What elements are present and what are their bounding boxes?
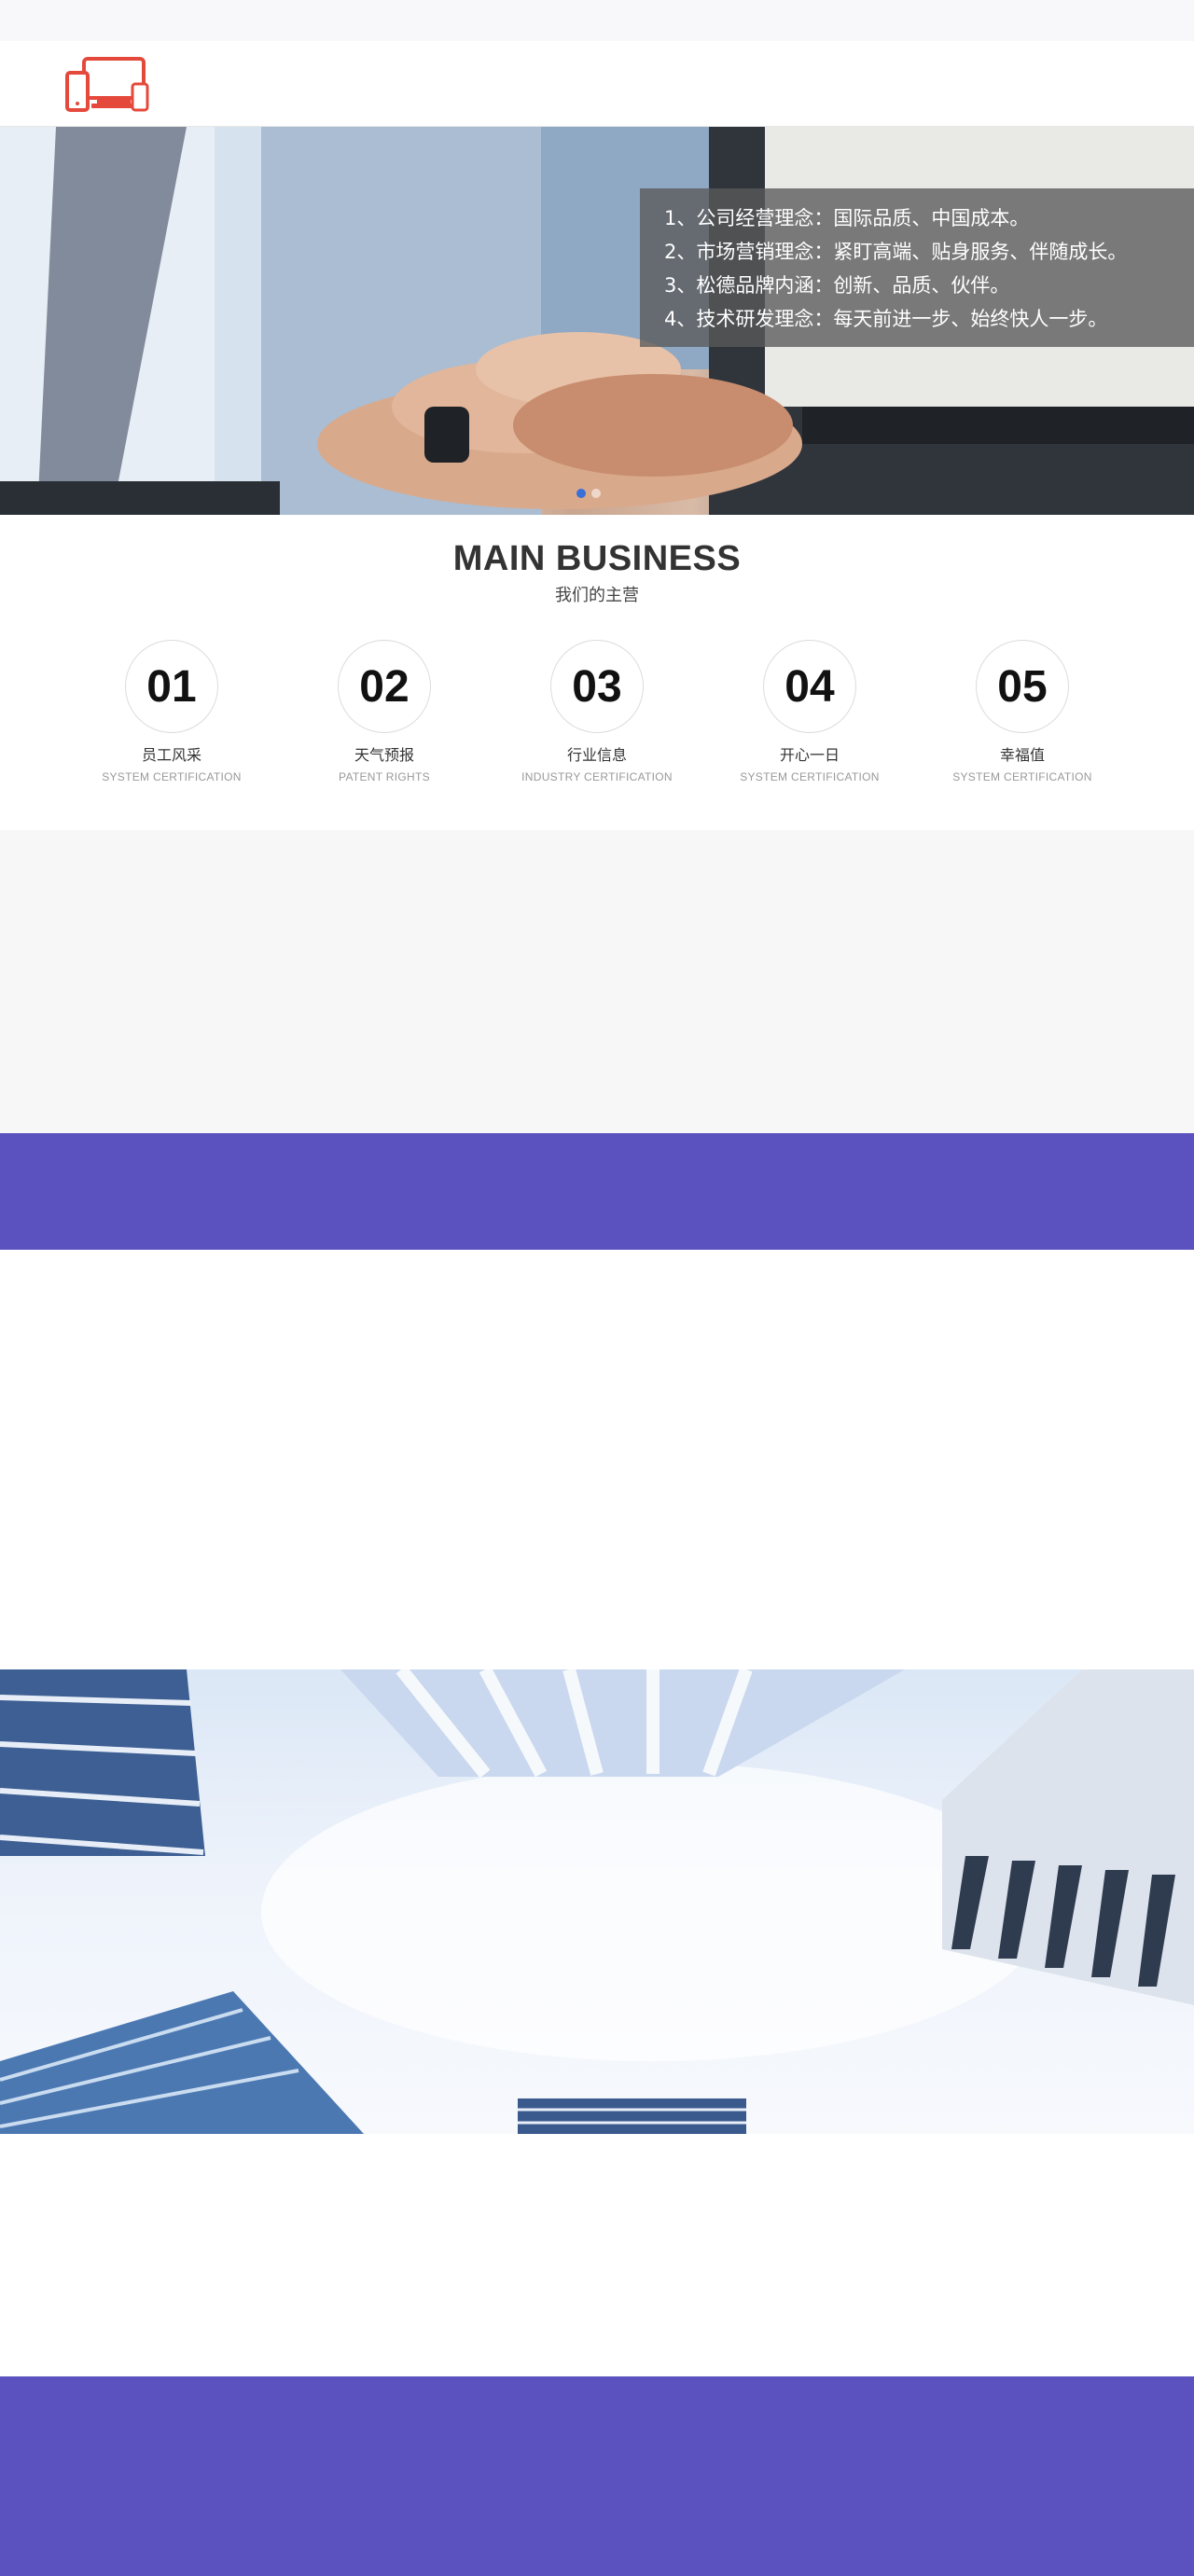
business-item[interactable]: 04 开心一日 SYSTEM CERTIFICATION <box>703 640 916 783</box>
item-name: 员工风采 <box>141 746 201 764</box>
skyscrapers-image <box>0 1669 1194 2134</box>
item-english: PATENT RIGHTS <box>339 770 430 783</box>
business-item[interactable]: 05 幸福值 SYSTEM CERTIFICATION <box>916 640 1129 783</box>
purple-band <box>0 1133 1194 1250</box>
business-item[interactable]: 02 天气预报 PATENT RIGHTS <box>278 640 491 783</box>
slider-dots <box>576 489 601 498</box>
item-english: SYSTEM CERTIFICATION <box>102 770 242 783</box>
site-header <box>0 41 1194 127</box>
main-business-section: MAIN BUSINESS 我们的主营 01 员工风采 SYSTEM CERTI… <box>0 515 1194 830</box>
item-english: SYSTEM CERTIFICATION <box>952 770 1092 783</box>
item-name: 幸福值 <box>999 746 1045 764</box>
business-item[interactable]: 03 行业信息 INDUSTRY CERTIFICATION <box>491 640 703 783</box>
item-number: 04 <box>763 640 856 733</box>
site-logo[interactable] <box>65 56 149 114</box>
business-item[interactable]: 01 员工风采 SYSTEM CERTIFICATION <box>65 640 278 783</box>
top-bar <box>0 0 1194 41</box>
banner-line: 3、松德品牌内涵：创新、品质、伙伴。 <box>664 274 1010 297</box>
section-subtitle: 我们的主营 <box>555 586 639 604</box>
item-number: 03 <box>550 640 644 733</box>
item-english: SYSTEM CERTIFICATION <box>740 770 880 783</box>
empty-white-section <box>0 1250 1194 1669</box>
devices-icon <box>65 57 149 112</box>
banner-line: 4、技术研发理念：每天前进一步、始终快人一步。 <box>664 308 1108 330</box>
item-number: 01 <box>125 640 218 733</box>
empty-white-section-2 <box>0 2134 1194 2376</box>
slider-dot-1[interactable] <box>576 489 586 498</box>
item-name: 开心一日 <box>779 746 840 764</box>
slider-dot-2[interactable] <box>591 489 601 498</box>
hero-banner: 1、公司经营理念：国际品质、中国成本。 2、市场营销理念：紧盯高端、贴身服务、伴… <box>0 127 1194 515</box>
banner-line: 1、公司经营理念：国际品质、中国成本。 <box>664 207 1030 229</box>
item-name: 行业信息 <box>566 746 627 764</box>
item-name: 天气预报 <box>354 746 414 764</box>
empty-gray-section <box>0 830 1194 1133</box>
buildings-photo <box>0 1669 1194 2134</box>
item-number: 05 <box>976 640 1069 733</box>
item-english: INDUSTRY CERTIFICATION <box>521 770 673 783</box>
item-number: 02 <box>338 640 431 733</box>
banner-line: 2、市场营销理念：紧盯高端、贴身服务、伴随成长。 <box>664 241 1128 263</box>
section-title: MAIN BUSINESS <box>452 539 742 578</box>
footer <box>0 2376 1194 2576</box>
banner-text-box: 1、公司经营理念：国际品质、中国成本。 2、市场营销理念：紧盯高端、贴身服务、伴… <box>640 188 1194 347</box>
